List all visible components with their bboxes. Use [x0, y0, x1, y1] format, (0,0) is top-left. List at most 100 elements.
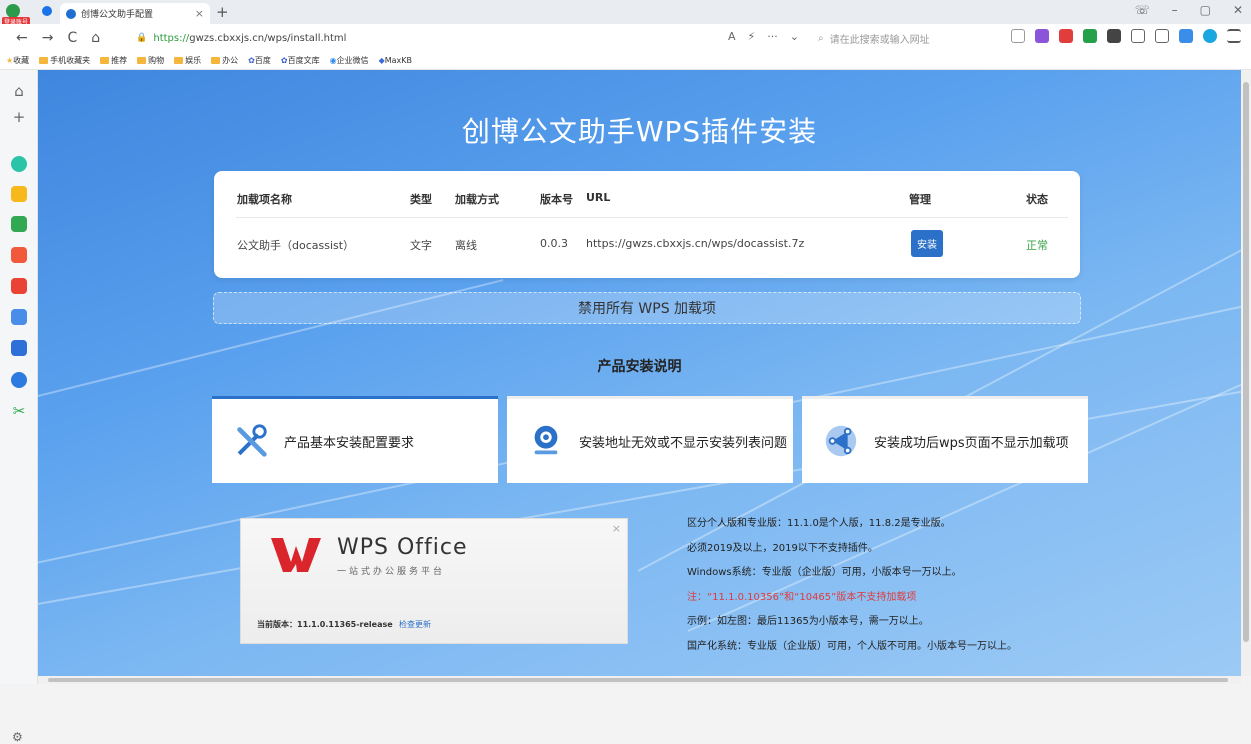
menu-icon[interactable]: [1227, 29, 1241, 43]
undo-icon[interactable]: [1155, 29, 1169, 43]
forward-icon[interactable]: →: [42, 30, 54, 46]
screenshot-icon[interactable]: [1011, 29, 1025, 43]
help-card-requirements[interactable]: 产品基本安装配置要求: [212, 396, 498, 483]
extension-blue-icon[interactable]: [1179, 29, 1193, 43]
home-icon[interactable]: ⌂: [91, 30, 100, 46]
wps-about-image: × WPS Office 一站式办公服务平台 当前版本：11.1.0.11365…: [240, 518, 628, 644]
table-divider: [236, 217, 1068, 218]
bookmark-office[interactable]: 办公: [211, 55, 238, 66]
bookmark-baidu[interactable]: ✿百度: [248, 55, 271, 66]
bookmark-maxkb[interactable]: ◆MaxKB: [379, 56, 412, 65]
new-tab-button[interactable]: +: [216, 3, 229, 21]
note-warning: 注：“11.1.0.10356”和“10465”版本不支持加载项: [687, 591, 917, 603]
folder-icon: [174, 57, 184, 64]
close-window-icon[interactable]: ✕: [1233, 3, 1243, 17]
maximize-icon[interactable]: ▢: [1200, 3, 1211, 17]
note-item: 区分个人版和专业版：11.1.0是个人版，11.8.2是专业版。: [687, 518, 951, 529]
bookmark-recommend[interactable]: 推荐: [100, 55, 127, 66]
bookmark-label: 企业微信: [336, 56, 369, 65]
cell-mode: 离线: [455, 239, 477, 252]
sidebar-app-green-icon[interactable]: [11, 156, 27, 172]
sidebar-app-doc-icon[interactable]: [11, 340, 27, 356]
shield-icon[interactable]: [42, 6, 52, 16]
extension-green-icon[interactable]: [1083, 29, 1097, 43]
tab-close-icon[interactable]: ×: [195, 7, 204, 20]
install-notes: 区分个人版和专业版：11.1.0是个人版，11.8.2是专业版。 必须2019及…: [687, 512, 1017, 659]
vertical-scrollbar[interactable]: [1241, 70, 1251, 676]
col-header-mode: 加载方式: [455, 193, 499, 206]
extension-edge-icon[interactable]: [1203, 29, 1217, 43]
bookmark-shopping[interactable]: 购物: [137, 55, 164, 66]
bookmark-label: 百度文库: [287, 56, 320, 65]
help-card-not-showing[interactable]: 安装成功后wps页面不显示加载项: [802, 396, 1088, 483]
bookmark-label: 购物: [148, 56, 165, 65]
help-card-label: 产品基本安装配置要求: [284, 435, 415, 451]
more-icon[interactable]: ···: [767, 30, 778, 43]
settings-icon[interactable]: ⚙: [12, 730, 23, 744]
scrollbar-thumb[interactable]: [1243, 82, 1249, 642]
url-scheme: https://: [153, 32, 190, 44]
download-icon[interactable]: [1131, 29, 1145, 43]
extension-pin-icon[interactable]: [1107, 29, 1121, 43]
bookmark-label: 手机收藏夹: [50, 56, 91, 65]
col-header-name: 加载项名称: [237, 193, 292, 206]
minimize-icon[interactable]: –: [1172, 3, 1178, 17]
help-card-label: 安装地址无效或不显示安装列表问题: [579, 435, 788, 451]
page-content: 创博公文助手WPS插件安装 加载项名称 类型 加载方式 版本号 URL 管理 状…: [38, 70, 1241, 676]
cell-name: 公文助手（docassist）: [237, 239, 355, 252]
install-button[interactable]: 安装: [911, 230, 943, 257]
home-icon[interactable]: ⌂: [11, 82, 27, 100]
help-card-address[interactable]: 安装地址无效或不显示安装列表问题: [507, 396, 793, 483]
wps-subtitle: 一站式办公服务平台: [337, 567, 446, 577]
note-item: 示例：如左图：最后11365为小版本号，需一万以上。: [687, 616, 929, 627]
note-item: 必须2019及以上，2019以下不支持插件。: [687, 542, 878, 554]
sidebar-app-mail-icon[interactable]: [11, 309, 27, 325]
scrollbar-thumb[interactable]: [48, 678, 1228, 682]
bookmark-label: 推荐: [111, 56, 128, 65]
note-item: 国产化系统：专业版（企业版）可用，个人版不可用。小版本号一万以上。: [687, 640, 1017, 652]
note-item: Windows系统：专业版（企业版）可用，小版本号一万以上。: [687, 567, 962, 578]
wps-brand: WPS Office: [337, 535, 468, 560]
disable-all-button[interactable]: 禁用所有 WPS 加载项: [213, 292, 1081, 324]
wps-logo-icon: [271, 538, 321, 572]
search-input[interactable]: ⌕ 请在此搜索或输入网址: [818, 29, 1018, 47]
sidebar-app-translate-icon[interactable]: [11, 372, 27, 388]
scissors-icon[interactable]: ✂: [11, 402, 27, 420]
help-card-label: 安装成功后wps页面不显示加载项: [874, 435, 1069, 451]
bookmark-wework[interactable]: ◉企业微信: [330, 55, 369, 66]
address-bar: ← → C ⌂ 🔒 https:// gwzs.cbxxjs.cn/wps/in…: [0, 24, 1251, 52]
page-title: 创博公文助手WPS插件安装: [461, 115, 818, 148]
extension-red-icon[interactable]: [1059, 29, 1073, 43]
bookmark-label: MaxKB: [384, 56, 412, 65]
read-aloud-icon[interactable]: A: [728, 30, 736, 43]
folder-icon: [211, 57, 221, 64]
folder-icon: [39, 57, 49, 64]
bookmark-mobile[interactable]: 手机收藏夹: [39, 55, 90, 66]
col-header-manage: 管理: [909, 193, 931, 206]
sidebar-app-star-icon[interactable]: [11, 186, 27, 202]
horizontal-scrollbar[interactable]: [38, 676, 1241, 684]
dropdown-icon[interactable]: ⌄: [790, 30, 799, 43]
sidebar-app-red-icon[interactable]: [11, 278, 27, 294]
sidebar-app-pdf-icon[interactable]: [11, 247, 27, 263]
bookmark-entertainment[interactable]: 娱乐: [174, 55, 201, 66]
wework-icon: ◉: [329, 56, 337, 65]
window-skin-icon[interactable]: ☏: [1135, 3, 1150, 17]
sidebar-app-image-icon[interactable]: [11, 216, 27, 232]
add-icon[interactable]: +: [11, 108, 27, 126]
webcam-icon: [534, 425, 558, 455]
lightning-icon[interactable]: ⚡: [748, 30, 756, 43]
bookmark-label: 娱乐: [185, 56, 202, 65]
bookmark-wenku[interactable]: ✿百度文库: [281, 55, 320, 66]
url-field[interactable]: 🔒 https:// gwzs.cbxxjs.cn/wps/install.ht…: [136, 33, 346, 44]
extension-purple-icon[interactable]: [1035, 29, 1049, 43]
bookmark-favorites[interactable]: ★收藏: [6, 55, 29, 66]
browser-sidebar: ⌂ + ✂ ⚙: [0, 70, 38, 744]
baidu-icon: ✿: [280, 56, 288, 65]
folder-icon: [137, 57, 147, 64]
browser-logo-icon[interactable]: [6, 4, 20, 18]
search-icon: ⌕: [818, 32, 824, 44]
reload-icon[interactable]: C: [67, 30, 77, 46]
back-icon[interactable]: ←: [16, 30, 28, 46]
tab-active[interactable]: 创博公文助手配置 ×: [60, 3, 210, 24]
